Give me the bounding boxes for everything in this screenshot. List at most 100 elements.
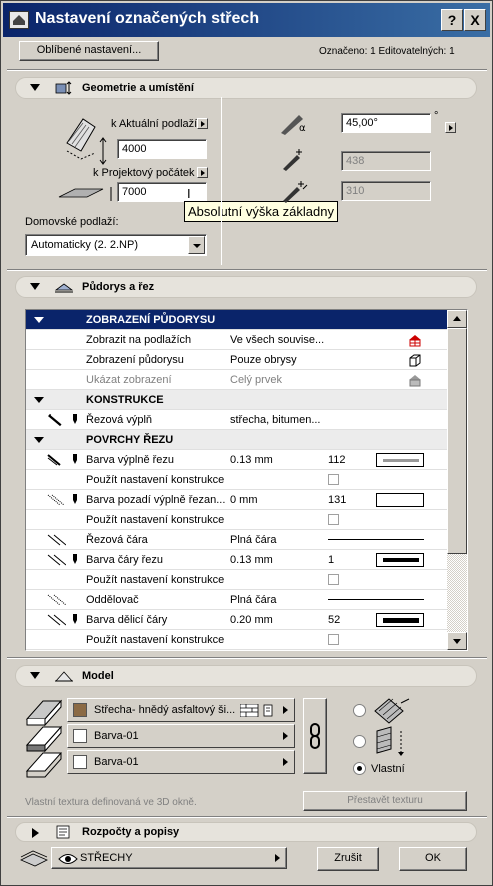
table-row[interactable]: Použít nastavení konstrukce xyxy=(26,510,447,530)
line-type-preview xyxy=(328,539,424,540)
scroll-down-button[interactable] xyxy=(447,632,467,650)
collapse-triangle-icon[interactable] xyxy=(34,397,44,403)
ok-button[interactable]: OK xyxy=(399,847,467,871)
brick-texture-icon xyxy=(240,704,273,717)
row-value[interactable]: Celý prvek xyxy=(230,374,282,386)
table-row[interactable]: Řezová výplň střecha, bitumen... xyxy=(26,410,447,430)
row-name: Barva čáry řezu xyxy=(86,554,164,566)
vertical-scrollbar[interactable] xyxy=(447,310,467,650)
row-value[interactable]: Plná čára xyxy=(230,594,276,606)
chevron-right-icon xyxy=(283,706,288,714)
divider xyxy=(7,269,487,271)
title-bar[interactable]: Nastavení označených střech ? X xyxy=(3,3,490,37)
table-group-row[interactable]: KONSTRUKCE xyxy=(26,390,447,410)
favorites-button[interactable]: Oblíbené nastavení... xyxy=(19,41,159,61)
angle-arrow-icon[interactable] xyxy=(445,122,456,133)
row-name: Řezová čára xyxy=(86,534,148,546)
model-section-title: Model xyxy=(82,670,114,682)
table-row[interactable]: Zobrazení půdorysu Pouze obrysy xyxy=(26,350,447,370)
listing-section-header[interactable]: Rozpočty a popisy xyxy=(15,822,477,842)
collapse-triangle-icon[interactable] xyxy=(34,317,44,323)
row-value[interactable]: 0.13 mm xyxy=(230,554,273,566)
rebuild-texture-button: Přestavět texturu xyxy=(303,791,467,811)
roof-height-icon xyxy=(66,118,107,165)
cut-line-pen-icon xyxy=(47,554,66,566)
table-row[interactable]: Použít nastavení konstrukce xyxy=(26,570,447,590)
table-row[interactable]: Barva čáry řezu 0.13 mm 1 xyxy=(26,550,447,570)
story-reference-label: k Aktuální podlaží xyxy=(111,118,198,130)
model-section-header[interactable]: Model xyxy=(15,665,477,687)
origin-reference-arrow-icon[interactable] xyxy=(197,167,208,178)
row-value[interactable]: 0 mm xyxy=(230,494,258,506)
story-reference-arrow-icon[interactable] xyxy=(197,118,208,129)
slope-angle-field[interactable]: 45,00° xyxy=(341,113,431,133)
plan-settings-table[interactable]: ZOBRAZENÍ PŮDORYSU Zobrazit na podlažích V… xyxy=(25,309,468,651)
elevation-field[interactable]: 7000 xyxy=(117,182,207,202)
offset-field: 310 xyxy=(341,181,431,201)
texture-option-1-radio[interactable] xyxy=(353,704,366,717)
use-structure-checkbox[interactable] xyxy=(328,574,339,585)
table-group-row[interactable]: POVRCHY ŘEZU xyxy=(26,430,447,450)
vertical-divider xyxy=(221,97,222,265)
table-row[interactable]: Barva dělicí čáry 0.20 mm 52 xyxy=(26,610,447,630)
pen-stroke xyxy=(383,617,419,623)
row-value[interactable]: Plná čára xyxy=(230,534,276,546)
plan-section-icon xyxy=(54,283,74,293)
table-group-row[interactable]: ZOBRAZENÍ PŮDORYSU xyxy=(26,310,447,330)
row-name: Použít nastavení konstrukce xyxy=(86,474,225,486)
collapse-triangle-icon[interactable] xyxy=(30,84,40,91)
height-field[interactable]: 4000 xyxy=(117,139,207,159)
texture-custom-radio[interactable] xyxy=(353,762,366,775)
background-pen-icon xyxy=(47,494,65,506)
collapse-triangle-icon[interactable] xyxy=(30,672,40,679)
pen-number[interactable]: 131 xyxy=(328,494,346,506)
scroll-thumb[interactable] xyxy=(447,328,467,554)
top-material-button[interactable]: Střecha- hnědý asfaltový ši... xyxy=(67,698,295,722)
row-value[interactable]: střecha, bitumen... xyxy=(230,414,321,426)
collapse-triangle-icon[interactable] xyxy=(30,283,40,290)
link-materials-button[interactable] xyxy=(303,698,327,774)
origin-reference-label: k Projektový počátek xyxy=(93,167,195,179)
bottom-material-button[interactable]: Barva-01 xyxy=(67,750,295,774)
expand-triangle-icon[interactable] xyxy=(32,828,39,838)
table-row[interactable]: Zobrazit na podlažích Ve všech souvise... xyxy=(26,330,447,350)
scroll-up-button[interactable] xyxy=(447,310,467,328)
table-row[interactable]: Oddělovač Plná čára xyxy=(26,590,447,610)
cut-line-icon xyxy=(47,534,66,546)
close-button[interactable]: X xyxy=(464,9,486,31)
pen-stroke xyxy=(383,458,419,462)
table-row[interactable]: Ukázat zobrazení Celý prvek xyxy=(26,370,447,390)
pen-number[interactable]: 1 xyxy=(328,554,334,566)
bottom-material-label: Barva-01 xyxy=(94,756,139,768)
table-row[interactable]: Použít nastavení konstrukce xyxy=(26,470,447,490)
table-row[interactable]: Řezová čára Plná čára xyxy=(26,530,447,550)
line-type-preview xyxy=(328,599,424,600)
chevron-right-icon xyxy=(275,854,280,862)
plan-section-header[interactable]: Půdorys a řez xyxy=(15,276,477,298)
texture-option-2-radio[interactable] xyxy=(353,735,366,748)
cancel-button[interactable]: Zrušit xyxy=(317,847,379,871)
row-value[interactable]: 0.20 mm xyxy=(230,614,273,626)
row-value[interactable]: 0.13 mm xyxy=(230,454,273,466)
pen-number[interactable]: 112 xyxy=(328,454,346,466)
row-name: Řezová výplň xyxy=(86,414,153,426)
plan-section-title: Půdorys a řez xyxy=(82,281,155,293)
pen-number[interactable]: 52 xyxy=(328,614,340,626)
help-button[interactable]: ? xyxy=(441,9,463,31)
table-row[interactable]: Barva pozadí výplně řezan... 0 mm 131 xyxy=(26,490,447,510)
texture-note: Vlastní textura definovaná ve 3D okně. xyxy=(25,797,197,808)
use-structure-checkbox[interactable] xyxy=(328,514,339,525)
row-value[interactable]: Pouze obrysy xyxy=(230,354,297,366)
table-row[interactable]: Použít nastavení konstrukce xyxy=(26,630,447,650)
use-structure-checkbox[interactable] xyxy=(328,474,339,485)
offset-icon xyxy=(283,181,308,203)
collapse-triangle-icon[interactable] xyxy=(34,437,44,443)
geometry-section-header[interactable]: Geometrie a umístění xyxy=(15,77,477,99)
layer-select-button[interactable]: STŘECHY xyxy=(51,847,287,869)
table-row[interactable]: Barva výplně řezu 0.13 mm 112 xyxy=(26,450,447,470)
chevron-down-icon[interactable] xyxy=(188,236,205,254)
row-value[interactable]: Ve všech souvise... xyxy=(230,334,324,346)
home-story-select[interactable]: Automaticky (2. 2.NP) xyxy=(25,234,207,256)
edge-material-button[interactable]: Barva-01 xyxy=(67,724,295,748)
use-structure-checkbox[interactable] xyxy=(328,634,339,645)
